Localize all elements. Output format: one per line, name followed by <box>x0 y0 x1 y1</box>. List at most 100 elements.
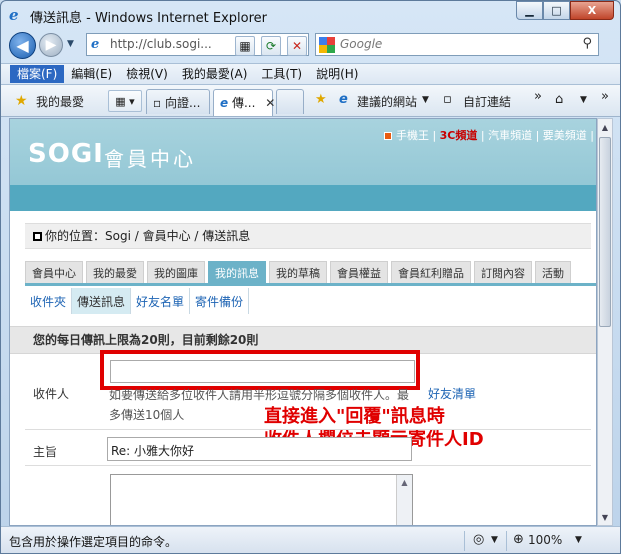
grid-icon: ▦ ▾ <box>115 94 135 108</box>
navigation-bar: ◀ ▶ ▼ e http://club.sogi... ▼ ▦ ⟳ ✕ Goog… <box>1 29 620 63</box>
favorites-button[interactable]: 我的最愛 <box>36 93 84 110</box>
add-favorite-icon[interactable]: ★ <box>315 92 327 107</box>
menu-favorites[interactable]: 我的最愛(A) <box>175 65 255 83</box>
chevron-down-icon[interactable]: ▼ <box>491 535 498 545</box>
header-link-3[interactable]: 汽車頻道 <box>488 129 532 142</box>
subtab-sent-backup[interactable]: 寄件備份 <box>190 288 250 314</box>
suggested-sites-link[interactable]: 建議的網站 <box>357 93 417 110</box>
page-scrollbar[interactable]: ▲ ▼ <box>597 118 613 526</box>
refresh-icon[interactable]: ⟳ <box>261 36 281 56</box>
textarea-scrollbar[interactable]: ▲ <box>396 475 412 525</box>
home-icon[interactable]: ⌂ <box>555 92 563 107</box>
chevron-more-icon[interactable]: » <box>534 89 542 104</box>
menu-bar: 檔案(F) 編輯(E) 檢視(V) 我的最愛(A) 工具(T) 說明(H) <box>1 63 620 85</box>
site-logo[interactable]: SOGI <box>28 139 104 169</box>
header-link-1[interactable]: 手機王 <box>396 129 429 142</box>
quick-tabs-button[interactable]: ▦ ▾ <box>108 90 142 112</box>
new-tab-button[interactable] <box>276 89 304 114</box>
tab-events[interactable]: 活動 <box>535 261 571 283</box>
header-band <box>10 185 596 211</box>
tab-bonus-gifts[interactable]: 會員紅利贈品 <box>391 261 471 283</box>
protected-mode-icon[interactable]: ◎ <box>473 532 484 547</box>
home-dropdown-icon[interactable]: ▼ <box>580 95 587 105</box>
site-logo-subtitle: 會員中心 <box>104 147 196 171</box>
member-tabs: 會員中心 我的最愛 我的圖庫 我的訊息 我的草稿 會員權益 會員紅利贈品 訂閱內… <box>25 261 596 286</box>
message-body-textarea[interactable]: ▲ <box>110 474 413 525</box>
zoom-dropdown-icon[interactable]: ▼ <box>575 535 582 545</box>
browser-tab-label: 傳... <box>231 96 256 110</box>
menu-help[interactable]: 說明(H) <box>309 65 365 83</box>
tab-my-messages[interactable]: 我的訊息 <box>208 261 266 284</box>
zoom-icon[interactable]: ⊕ <box>513 532 524 547</box>
close-tab-icon[interactable]: ✕ <box>265 96 275 110</box>
zoom-level[interactable]: 100% <box>528 533 562 547</box>
close-button[interactable]: X <box>570 1 614 20</box>
breadcrumb: 你的位置：Sogi / 會員中心 / 傳送訊息 <box>25 223 591 249</box>
header-links: 手機王 | 3C頻道 | 汽車頻道 | 要美頻道 | <box>383 127 594 143</box>
custom-links-link[interactable]: 自訂連結 <box>463 93 511 110</box>
status-separator <box>506 531 507 551</box>
site-header: SOGI 會員中心 手機王 | 3C頻道 | 汽車頻道 | 要美頻道 | <box>10 119 596 211</box>
recipient-label: 收件人 <box>33 387 70 401</box>
favorites-star-icon[interactable]: ★ <box>15 93 28 109</box>
address-text: http://club.sogi... <box>110 37 212 51</box>
ie-logo-icon: e <box>9 6 19 24</box>
square-bullet-icon <box>383 132 392 140</box>
tab-member-rights[interactable]: 會員權益 <box>330 261 388 283</box>
menu-edit[interactable]: 編輯(E) <box>64 65 119 83</box>
menu-view[interactable]: 檢視(V) <box>119 65 175 83</box>
tab-my-favorites[interactable]: 我的最愛 <box>86 261 144 283</box>
stop-icon[interactable]: ✕ <box>287 36 307 56</box>
subtab-send-message[interactable]: 傳送訊息 <box>72 288 132 314</box>
page-viewport: SOGI 會員中心 手機王 | 3C頻道 | 汽車頻道 | 要美頻道 | 你的位… <box>9 118 597 526</box>
arrow-right-icon: ▶ <box>45 37 57 53</box>
search-icon[interactable]: ⚲ <box>582 36 592 51</box>
compat-view-icon[interactable]: ▦ <box>235 36 255 56</box>
back-button[interactable]: ◀ <box>9 32 36 59</box>
page-icon: e <box>91 37 100 52</box>
arrow-left-icon: ◀ <box>16 36 29 55</box>
tab-member-center[interactable]: 會員中心 <box>25 261 83 283</box>
search-input[interactable]: Google <box>340 37 382 51</box>
scroll-down-icon[interactable]: ▼ <box>598 509 612 525</box>
square-bullet-icon <box>33 232 42 241</box>
menu-tools[interactable]: 工具(T) <box>254 65 309 83</box>
tab-my-drafts[interactable]: 我的草稿 <box>269 261 327 283</box>
title-bar: e 傳送訊息 - Windows Internet Explorer ▁ □ X <box>1 1 620 29</box>
annotation-line-1: 直接進入"回覆"訊息時 <box>264 406 445 427</box>
ie-page-icon: e <box>220 96 229 110</box>
status-separator <box>464 531 465 551</box>
forward-button[interactable]: ▶ <box>39 33 63 57</box>
row-divider <box>25 429 591 430</box>
history-dropdown-icon[interactable]: ▼ <box>67 39 74 49</box>
header-link-2[interactable]: 3C頻道 <box>440 129 478 142</box>
status-bar: 包含用於操作選定項目的命令。 ◎ ▼ ⊕ 100% ▼ <box>1 526 620 553</box>
search-box[interactable]: Google ⚲ <box>315 33 599 56</box>
browser-tab-1[interactable]: ▫ 向證... <box>146 89 210 114</box>
chevron-down-icon[interactable]: ▼ <box>422 95 429 105</box>
window-controls: ▁ □ X <box>516 1 614 20</box>
annotation-highlight-box <box>100 350 420 390</box>
browser-tab-2[interactable]: e 傳... ✕ <box>213 89 275 116</box>
subtab-inbox[interactable]: 收件夾 <box>25 288 73 314</box>
window-title: 傳送訊息 - Windows Internet Explorer <box>30 11 267 26</box>
page-icon: ▫ <box>443 92 452 107</box>
minimize-button[interactable]: ▁ <box>516 1 543 20</box>
menu-file[interactable]: 檔案(F) <box>10 65 65 83</box>
friend-list-link[interactable]: 好友清單 <box>428 385 476 402</box>
subtab-friend-list[interactable]: 好友名單 <box>131 288 191 314</box>
scroll-up-icon[interactable]: ▲ <box>598 119 612 135</box>
chevron-more-icon[interactable]: » <box>601 89 609 104</box>
tab-my-gallery[interactable]: 我的圖庫 <box>147 261 205 283</box>
header-link-4[interactable]: 要美頻道 <box>543 129 587 142</box>
maximize-button[interactable]: □ <box>543 1 570 20</box>
browser-tab-label: 向證... <box>164 96 201 110</box>
scroll-up-icon[interactable]: ▲ <box>397 475 412 490</box>
google-icon <box>319 37 335 53</box>
tab-subscriptions[interactable]: 訂閱內容 <box>474 261 532 283</box>
page-icon: ▫ <box>153 96 162 110</box>
browser-window: e 傳送訊息 - Windows Internet Explorer ▁ □ X… <box>0 0 621 554</box>
subject-input[interactable]: Re: 小雅大你好 <box>107 437 412 461</box>
scrollbar-thumb[interactable] <box>599 137 611 327</box>
subject-label: 主旨 <box>33 445 58 459</box>
